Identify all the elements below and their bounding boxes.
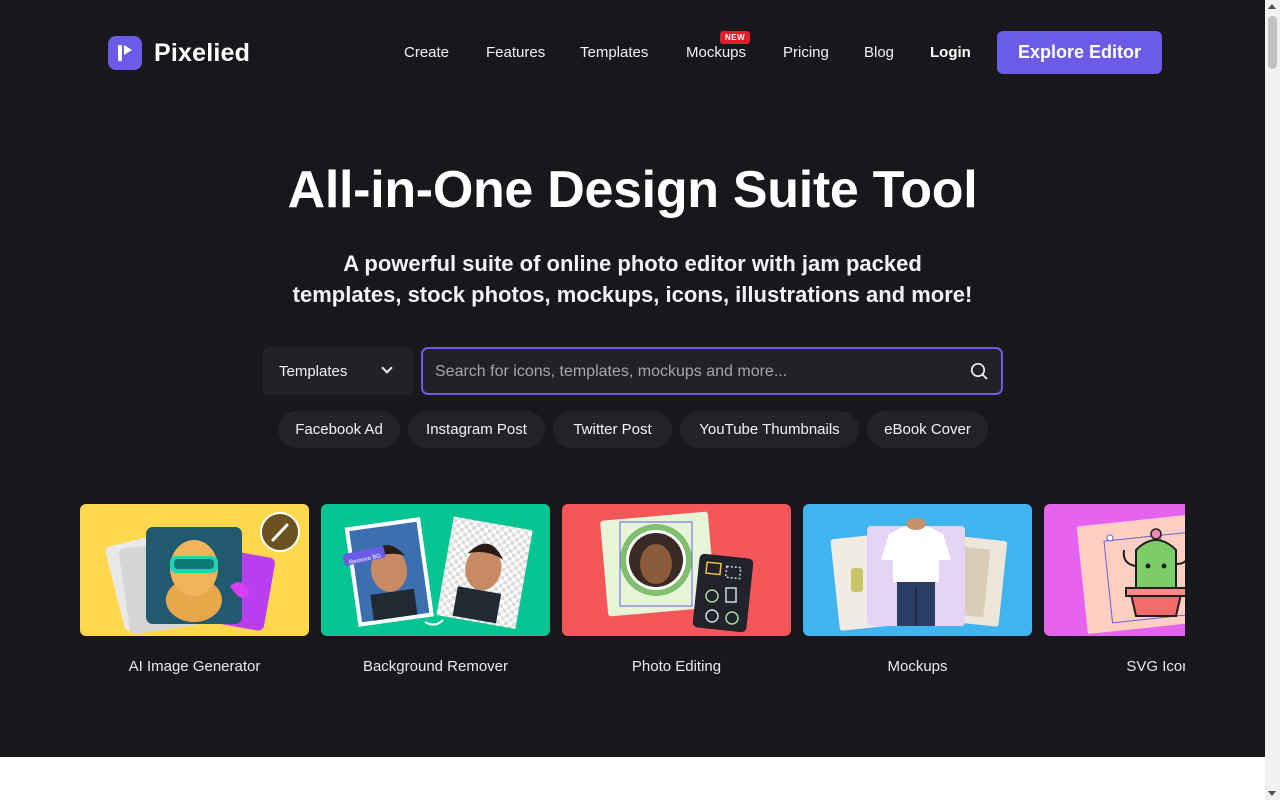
subtitle-line-1: A powerful suite of online photo editor …: [343, 251, 922, 276]
chip-instagram-post[interactable]: Instagram Post: [408, 411, 545, 448]
mockups-thumbnail: [803, 504, 1032, 636]
tool-card-label: Background Remover: [362, 658, 509, 675]
page-scrollbar[interactable]: [1265, 0, 1280, 800]
tool-card-photo-editing[interactable]: Photo Editing: [562, 504, 791, 675]
search-icon[interactable]: [969, 361, 989, 381]
chip-facebook-ad[interactable]: Facebook Ad: [278, 411, 400, 448]
background-remover-thumbnail: Remove BG: [321, 504, 550, 636]
nav-blog[interactable]: Blog: [864, 44, 894, 61]
scroll-down-arrow-icon[interactable]: [1268, 791, 1276, 796]
tool-card-label: Photo Editing: [631, 658, 722, 675]
new-badge: NEW: [720, 31, 751, 44]
nav-features[interactable]: Features: [486, 44, 545, 61]
tool-card-ai-image-generator[interactable]: AI Image Generator: [80, 504, 309, 675]
ai-image-thumbnail: [80, 504, 309, 636]
nav-create[interactable]: Create: [404, 44, 449, 61]
page-subtitle: A powerful suite of online photo editor …: [0, 248, 1265, 310]
scroll-up-arrow-icon[interactable]: [1268, 4, 1276, 9]
category-select-value: Templates: [279, 362, 348, 380]
nav-login[interactable]: Login: [930, 44, 971, 61]
nav-templates[interactable]: Templates: [580, 44, 648, 61]
tool-card-mockups[interactable]: Mockups: [803, 504, 1032, 675]
nav-mockups[interactable]: Mockups: [686, 44, 746, 61]
page: Pixelied Create Features Templates Mocku…: [0, 0, 1265, 800]
chip-twitter-post[interactable]: Twitter Post: [553, 411, 672, 448]
svg-icon-thumbnail: [1044, 504, 1185, 636]
tool-card-svg-icon[interactable]: SVG Icon: [1044, 504, 1185, 675]
chevron-down-icon: [381, 362, 393, 374]
scrollbar-thumb[interactable]: [1268, 16, 1277, 69]
category-select[interactable]: Templates: [263, 347, 413, 395]
page-title: All-in-One Design Suite Tool: [287, 161, 978, 219]
tool-cards: AI Image Generator Remove BG Background …: [80, 504, 1185, 694]
search-input[interactable]: [435, 361, 955, 383]
tool-card-label: SVG Icon: [1126, 658, 1185, 675]
tool-card-label: AI Image Generator: [128, 658, 261, 675]
search-box: [421, 347, 1003, 395]
hero-section: Pixelied Create Features Templates Mocku…: [0, 0, 1265, 757]
tool-card-label: Mockups: [887, 658, 948, 675]
tool-card-background-remover[interactable]: Remove BG Background Remover: [321, 504, 550, 675]
explore-editor-button[interactable]: Explore Editor: [997, 31, 1162, 74]
nav-pricing[interactable]: Pricing: [783, 44, 829, 61]
chip-ebook-cover[interactable]: eBook Cover: [867, 411, 988, 448]
chip-youtube-thumbnails[interactable]: YouTube Thumbnails: [680, 411, 859, 448]
subtitle-line-2: templates, stock photos, mockups, icons,…: [292, 282, 973, 307]
photo-editing-thumbnail: [562, 504, 791, 636]
